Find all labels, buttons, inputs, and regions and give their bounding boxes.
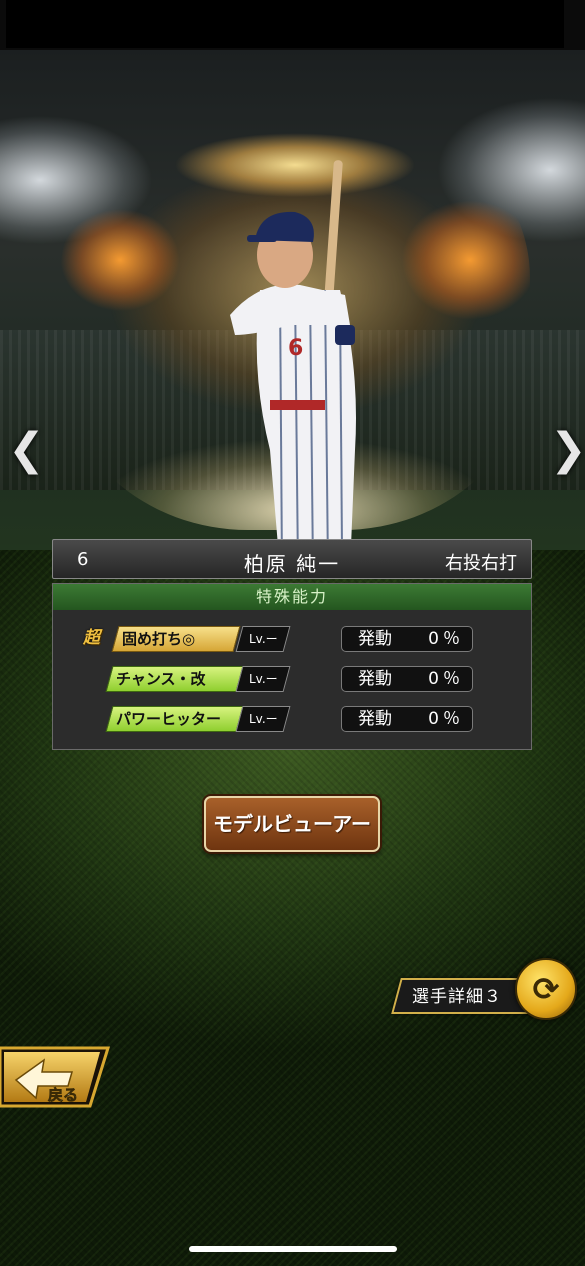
ability-tag: 固め打ち◎ — [111, 626, 241, 652]
back-label: 戻る — [47, 1086, 78, 1104]
player-info-bar: 6 柏原 純一 右投右打 — [52, 539, 532, 579]
ability-name: 固め打ち◎ — [122, 630, 196, 648]
player-illustration: 6 — [230, 160, 356, 570]
special-abilities-header: 特殊能力 — [53, 584, 531, 610]
model-viewer-button[interactable]: モデルビューアー — [204, 796, 380, 852]
ability-level: Lv.ー — [235, 666, 291, 692]
activation-indicator: 発動 0％ — [341, 626, 473, 652]
back-button[interactable]: 戻る — [0, 1046, 110, 1108]
activation-indicator: 発動 0％ — [341, 706, 473, 732]
player-detail-label[interactable]: 選手詳細３ — [412, 982, 502, 1007]
ability-level: Lv.ー — [235, 626, 291, 652]
ability-row[interactable]: チャンス・改 Lv.ー 発動 0％ — [53, 666, 531, 692]
chevron-right-icon[interactable]: ❯ — [550, 425, 585, 475]
chevron-left-icon[interactable]: ❮ — [8, 425, 45, 475]
home-indicator[interactable] — [189, 1246, 397, 1252]
ability-name: チャンス・改 — [116, 670, 206, 688]
ability-row[interactable]: 固め打ち◎ 超 Lv.ー 発動 0％ — [53, 626, 531, 652]
ability-name: パワーヒッター — [116, 710, 222, 728]
ability-tag: チャンス・改 — [105, 666, 247, 692]
status-bar — [0, 0, 585, 50]
special-abilities-panel: 特殊能力 固め打ち◎ 超 Lv.ー 発動 0％ チャンス・改 Lv.ー 発動 0… — [52, 583, 532, 750]
switch-arrows-icon[interactable]: ⟳ — [515, 958, 577, 1020]
super-badge-icon: 超 — [83, 628, 100, 648]
ability-row[interactable]: パワーヒッター Lv.ー 発動 0％ — [53, 706, 531, 732]
uniform-number: 6 — [288, 336, 303, 361]
ability-tag: パワーヒッター — [105, 706, 247, 732]
activation-indicator: 発動 0％ — [341, 666, 473, 692]
ability-level: Lv.ー — [235, 706, 291, 732]
player-handedness: 右投右打 — [445, 553, 517, 574]
